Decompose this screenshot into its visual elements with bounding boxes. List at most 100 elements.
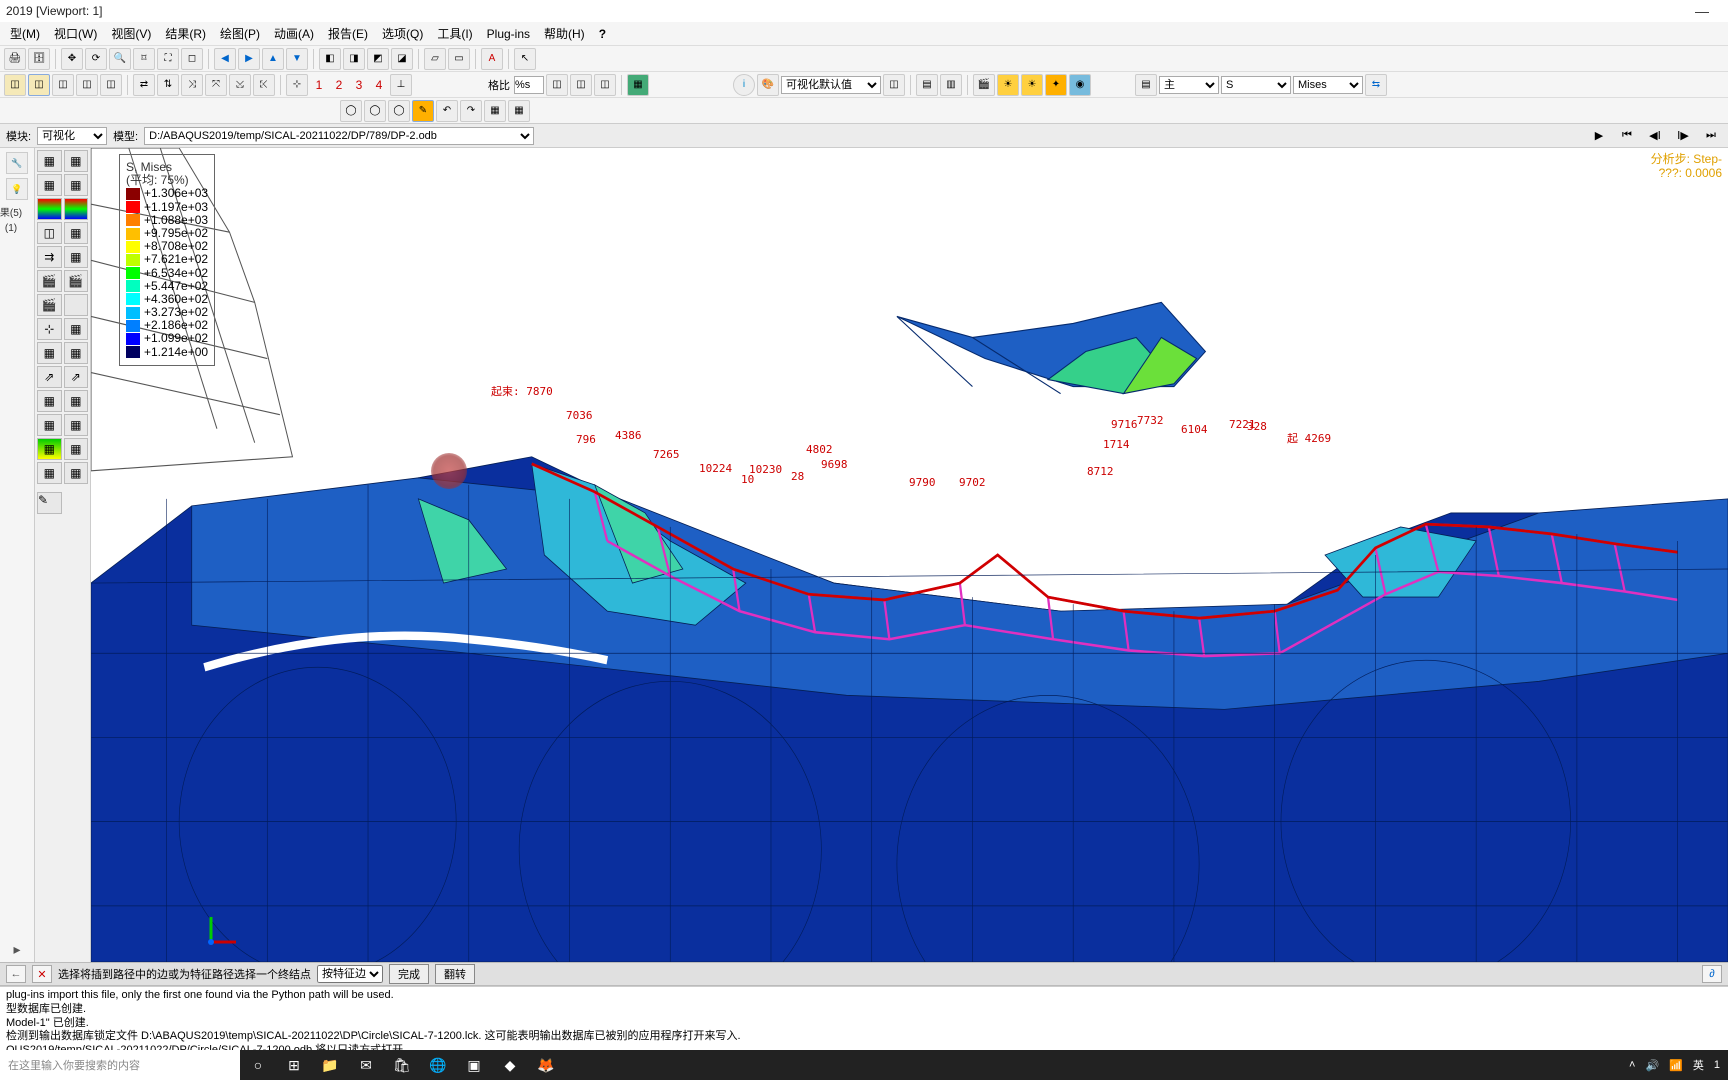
tool-10a-icon[interactable]: ⇗ [37,366,62,388]
anim3-icon[interactable]: ☀ [1021,74,1043,96]
tool-12a-icon[interactable]: ▦ [37,414,62,436]
tool-6b-icon[interactable]: 🎬 [64,270,89,292]
display-group-icon[interactable]: ▦ [627,74,649,96]
tool-3b-icon[interactable] [64,198,89,220]
prev-frame-icon[interactable]: ◀Ⅰ [1644,126,1666,146]
cube2-icon[interactable]: ◫ [28,74,50,96]
annotate-icon[interactable]: A [481,48,503,70]
view-num-2[interactable]: 2 [330,78,348,92]
tool-1a-icon[interactable]: ▦ [37,150,62,172]
tray-ime[interactable]: 英 [1693,1057,1704,1073]
parallel-icon[interactable]: ▭ [448,48,470,70]
ds-logo-icon[interactable]: ∂ [1702,965,1722,983]
menu-model[interactable]: 型(M) [4,23,46,44]
circle3-icon[interactable]: ◯ [388,100,410,122]
mirror-xz-icon[interactable]: ⤩ [229,74,251,96]
rotate-icon[interactable]: ⟳ [85,48,107,70]
tree-tools-icon[interactable]: 🔧 [6,152,28,174]
tray-chevron-icon[interactable]: ˄ [1629,1059,1635,1071]
menu-viewport[interactable]: 视口(W) [48,23,103,44]
anim5-icon[interactable]: ◉ [1069,74,1091,96]
tool-4a-icon[interactable]: ◫ [37,222,62,244]
taskbar-search[interactable]: 在这里输入你要搜索的内容 [0,1050,240,1080]
taskbar-taskview-icon[interactable]: ⊞ [276,1050,312,1080]
mirror-z-icon[interactable]: ⤨ [181,74,203,96]
menu-report[interactable]: 报告(E) [322,23,374,44]
tool-3a-icon[interactable] [37,198,62,220]
first-frame-icon[interactable]: ⏮ [1616,126,1638,146]
anim1-icon[interactable]: 🎬 [973,74,995,96]
iso2-icon[interactable]: ◨ [343,48,365,70]
view-up-icon[interactable]: ▲ [262,48,284,70]
iso1-icon[interactable]: ◧ [319,48,341,70]
iso4-icon[interactable]: ◪ [391,48,413,70]
tool-6a-icon[interactable]: 🎬 [37,270,62,292]
box2-icon[interactable]: ◫ [570,74,592,96]
collapse-tree-icon[interactable]: ▸ [13,941,20,958]
viewport[interactable]: S, Mises (平均: 75%) +1.306e+03+1.197e+03+… [91,148,1728,962]
prompt-cancel-icon[interactable]: ✕ [32,965,52,983]
cube1-icon[interactable]: ◫ [4,74,26,96]
fit-icon[interactable]: ⛶ [157,48,179,70]
menu-plugins[interactable]: Plug-ins [481,25,536,43]
system-tray[interactable]: ˄ 🔊 📶 英 1 [1621,1057,1728,1073]
hatch2-icon[interactable]: ▥ [940,74,962,96]
taskbar-mail-icon[interactable]: ✉ [348,1050,384,1080]
tool-7b-icon[interactable] [64,294,89,316]
info-icon[interactable]: i [733,74,755,96]
next-frame-icon[interactable]: Ⅰ▶ [1672,126,1694,146]
taskbar-store-icon[interactable]: 🛍 [384,1050,420,1080]
iso3-icon[interactable]: ◩ [367,48,389,70]
brush-icon[interactable]: ✎ [412,100,434,122]
menu-tools[interactable]: 工具(I) [431,23,478,44]
triad-icon[interactable]: ⊥ [390,74,412,96]
tool-2a-icon[interactable]: ▦ [37,174,62,196]
tool-8a-icon[interactable]: ⊹ [37,318,62,340]
view-left-icon[interactable]: ◀ [214,48,236,70]
menu-options[interactable]: 选项(Q) [376,23,429,44]
tray-time[interactable]: 1 [1714,1059,1720,1071]
var-comp-select[interactable]: Mises [1293,76,1363,94]
field-out-icon[interactable]: ▤ [1135,74,1157,96]
taskbar-abaqus-icon[interactable]: ◆ [492,1050,528,1080]
axis-icon[interactable]: ⊹ [286,74,308,96]
cube5-icon[interactable]: ◫ [100,74,122,96]
render1-icon[interactable]: ◫ [883,74,905,96]
cube4-icon[interactable]: ◫ [76,74,98,96]
prompt-mode-select[interactable]: 按特征边 [317,965,383,983]
grid2-icon[interactable]: ▦ [508,100,530,122]
render-style-select[interactable]: 可视化默认值 [781,76,881,94]
tool-14a-icon[interactable]: ▦ [37,462,62,484]
cube3-icon[interactable]: ◫ [52,74,74,96]
hatch1-icon[interactable]: ▤ [916,74,938,96]
undo-icon[interactable]: ↶ [436,100,458,122]
view-right-icon[interactable]: ▶ [238,48,260,70]
select-icon[interactable]: ↖ [514,48,536,70]
box1-icon[interactable]: ◫ [546,74,568,96]
tool-5a-icon[interactable]: ⇉ [37,246,62,268]
menu-view[interactable]: 视图(V) [105,23,157,44]
tool-2b-icon[interactable]: ▦ [64,174,89,196]
flip-button[interactable]: 翻转 [435,964,475,984]
tool-9a-icon[interactable]: ▦ [37,342,62,364]
redo-icon[interactable]: ↷ [460,100,482,122]
module-select[interactable]: 可视化 [37,127,107,145]
anim4-icon[interactable]: ✦ [1045,74,1067,96]
db-icon[interactable]: 🗄 [28,48,50,70]
box3-icon[interactable]: ◫ [594,74,616,96]
tool-12b-icon[interactable]: ▦ [64,414,89,436]
circle2-icon[interactable]: ◯ [364,100,386,122]
perspective-icon[interactable]: ▱ [424,48,446,70]
tool-9b-icon[interactable]: ▦ [64,342,89,364]
tool-13a-icon[interactable]: ▦ [37,438,62,460]
mirror-y-icon[interactable]: ⇅ [157,74,179,96]
pan-icon[interactable]: ✥ [61,48,83,70]
menu-result[interactable]: 结果(R) [159,23,212,44]
grid1-icon[interactable]: ▦ [484,100,506,122]
play-icon[interactable]: ▶ [1588,126,1610,146]
palette-icon[interactable]: 🎨 [757,74,779,96]
view-num-4[interactable]: 4 [370,78,388,92]
odb-select[interactable]: D:/ABAQUS2019/temp/SICAL-20211022/DP/789… [144,127,534,145]
tray-wifi-icon[interactable]: 📶 [1669,1059,1683,1072]
mirror-yz-icon[interactable]: ⤪ [253,74,275,96]
